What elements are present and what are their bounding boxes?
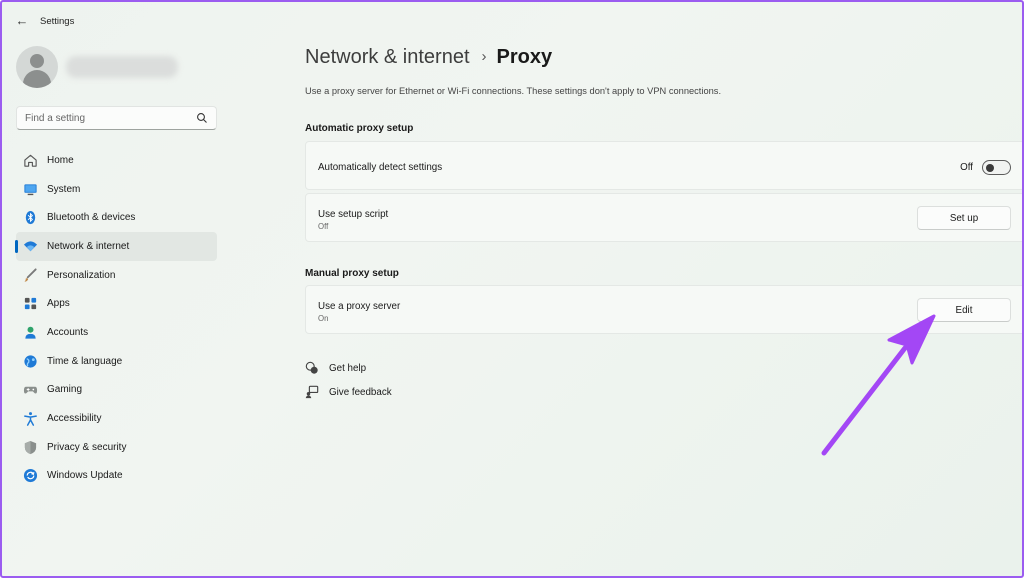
card-label: Automatically detect settings [318, 162, 443, 173]
section-title-manual: Manual proxy setup [305, 268, 399, 279]
sidebar-item-apps[interactable]: Apps [16, 289, 217, 318]
give-feedback-label: Give feedback [329, 386, 392, 398]
breadcrumb-separator: › [481, 48, 487, 65]
setup-script-card: Use setup script Off Set up [305, 193, 1022, 242]
settings-window: ← Settings Home [0, 0, 1024, 578]
sidebar-item-label: Bluetooth & devices [47, 212, 136, 224]
system-icon [22, 181, 38, 197]
home-icon [22, 152, 38, 168]
help-chat-icon [305, 361, 319, 375]
sidebar-item-privacy-security[interactable]: Privacy & security [16, 433, 217, 462]
card-sublabel: Off [318, 222, 329, 231]
breadcrumb-parent[interactable]: Network & internet [305, 46, 470, 68]
auto-detect-toggle[interactable] [982, 160, 1011, 175]
sidebar-item-label: Personalization [47, 269, 116, 281]
help-links: Get help Give feedback [305, 356, 392, 404]
brush-icon [22, 267, 38, 283]
sidebar-item-accounts[interactable]: Accounts [16, 318, 217, 347]
page-description: Use a proxy server for Ethernet or Wi-Fi… [305, 86, 722, 96]
gamepad-icon [22, 382, 38, 398]
wifi-icon [22, 238, 38, 254]
sidebar-item-gaming[interactable]: Gaming [16, 376, 217, 405]
sidebar-item-time-language[interactable]: Time & language [16, 347, 217, 376]
sidebar-item-label: Time & language [47, 355, 123, 367]
user-name-redacted [66, 56, 178, 78]
set-up-button[interactable]: Set up [917, 206, 1011, 230]
sidebar-item-personalization[interactable]: Personalization [16, 261, 217, 290]
sidebar-item-label: Apps [47, 298, 70, 310]
feedback-icon [305, 385, 319, 399]
card-label: Use a proxy server [318, 301, 401, 312]
bluetooth-icon [22, 210, 38, 226]
get-help-link[interactable]: Get help [305, 356, 392, 380]
get-help-label: Get help [329, 362, 367, 374]
accessibility-icon [22, 411, 38, 427]
sidebar-item-network-internet[interactable]: Network & internet [15, 232, 217, 261]
search-box[interactable] [16, 106, 217, 130]
shield-icon [22, 439, 38, 455]
back-button[interactable]: ← [12, 12, 32, 30]
sidebar-item-label: Gaming [47, 384, 83, 396]
title-bar: ← Settings [2, 2, 1022, 40]
card-label: Use setup script [318, 209, 389, 220]
sidebar-item-label: Network & internet [47, 240, 130, 252]
page-title: Proxy [496, 46, 553, 68]
toggle-state-text: Off [960, 162, 973, 173]
card-sublabel: On [318, 314, 329, 323]
sidebar-item-label: Accounts [47, 326, 89, 338]
breadcrumb: Network & internet › Proxy [305, 46, 552, 69]
app-title: Settings [40, 16, 75, 27]
sidebar-item-system[interactable]: System [16, 175, 217, 204]
proxy-server-card: Use a proxy server On Edit [305, 285, 1022, 334]
search-input[interactable] [17, 107, 192, 129]
sidebar-item-home[interactable]: Home [16, 146, 217, 175]
search-icon[interactable] [196, 112, 208, 124]
globe-icon [22, 353, 38, 369]
edit-button[interactable]: Edit [917, 298, 1011, 322]
accounts-icon [22, 324, 38, 340]
section-title-automatic: Automatic proxy setup [305, 123, 414, 134]
sidebar-item-accessibility[interactable]: Accessibility [16, 404, 217, 433]
update-icon [22, 468, 38, 484]
sidebar-item-label: Privacy & security [47, 441, 127, 453]
avatar[interactable] [16, 46, 58, 88]
sidebar-item-label: Windows Update [47, 470, 123, 482]
sidebar-nav: Home System Bluetooth & devices Network … [15, 146, 217, 491]
sidebar-item-label: System [47, 183, 81, 195]
sidebar-item-label: Accessibility [47, 413, 102, 425]
sidebar: Home System Bluetooth & devices Network … [2, 40, 228, 576]
automatic-detect-card: Automatically detect settings Off [305, 141, 1022, 190]
sidebar-item-windows-update[interactable]: Windows Update [16, 462, 217, 491]
apps-icon [22, 296, 38, 312]
sidebar-item-label: Home [47, 154, 74, 166]
give-feedback-link[interactable]: Give feedback [305, 380, 392, 404]
sidebar-item-bluetooth-devices[interactable]: Bluetooth & devices [16, 203, 217, 232]
